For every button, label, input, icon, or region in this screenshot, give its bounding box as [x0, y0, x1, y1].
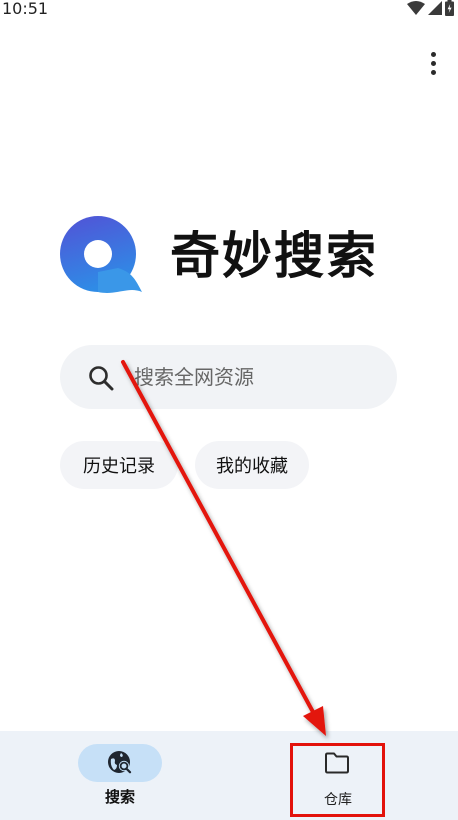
app-logo	[60, 216, 142, 293]
globe-search-icon	[108, 751, 132, 774]
nav-item-search[interactable]: 搜索	[0, 731, 229, 820]
annotation-arrow	[121, 360, 326, 736]
more-vert-icon[interactable]	[424, 48, 442, 78]
bottom-nav: 搜索 仓库	[0, 731, 458, 820]
favorites-chip[interactable]: 我的收藏	[195, 441, 309, 489]
signal-icon	[428, 1, 442, 15]
nav-active-indicator	[78, 744, 162, 782]
history-chip-label: 历史记录	[83, 456, 155, 477]
annotation-highlight-box	[290, 743, 385, 817]
status-icons	[407, 0, 454, 16]
status-time: 10:51	[2, 0, 49, 18]
battery-charging-icon	[445, 0, 454, 16]
app-title: 奇妙搜索	[170, 227, 378, 285]
status-bar: 10:51	[0, 0, 458, 20]
search-input[interactable]	[134, 345, 374, 409]
nav-label-search: 搜索	[104, 788, 135, 806]
wifi-icon	[407, 1, 425, 15]
screen: 10:51 奇妙搜索 搜索全网资源 历史记录 我的收藏 搜索 仓库	[0, 0, 458, 820]
search-bar[interactable]	[60, 345, 397, 409]
search-icon[interactable]	[88, 365, 114, 391]
favorites-chip-label: 我的收藏	[216, 456, 288, 477]
history-chip[interactable]: 历史记录	[60, 441, 178, 489]
